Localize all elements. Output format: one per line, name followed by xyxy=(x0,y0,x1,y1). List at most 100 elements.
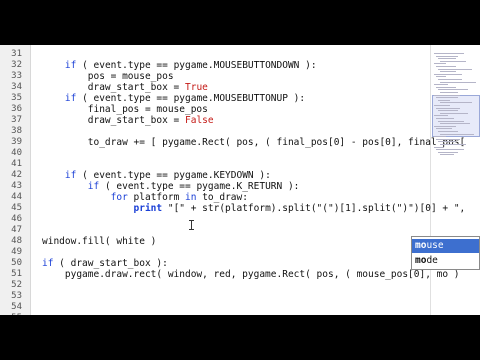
minimap-line xyxy=(434,136,446,138)
code-line[interactable]: 33 pos = mouse_pos xyxy=(0,71,430,82)
minimap-line xyxy=(438,120,464,122)
code-text[interactable]: draw_start_box = False xyxy=(42,115,214,126)
code-line[interactable]: 45 print "[" + str(platform).split("(")[… xyxy=(0,203,465,214)
line-number: 47 xyxy=(11,225,22,235)
line-number: 32 xyxy=(11,60,22,70)
code-line[interactable]: 44 for platform in to_draw: xyxy=(0,192,430,203)
code-line[interactable]: 52 xyxy=(0,280,430,291)
line-number: 31 xyxy=(11,49,22,59)
code-line[interactable]: 53 xyxy=(0,291,430,302)
code-line[interactable]: 37 draw_start_box = False xyxy=(0,115,430,126)
minimap-line xyxy=(440,133,474,135)
minimap-line xyxy=(440,123,470,125)
minimap-line xyxy=(436,97,458,99)
code-line[interactable]: 50 if ( draw_start_box ): xyxy=(0,258,430,269)
code-line[interactable]: 40 xyxy=(0,148,430,159)
autocomplete-popup[interactable]: mouse mode xyxy=(411,236,480,270)
minimap-line xyxy=(438,79,462,80)
code-line[interactable]: 46 xyxy=(0,214,430,225)
autocomplete-match: mo xyxy=(415,255,427,266)
minimap-line xyxy=(436,107,460,109)
minimap-line xyxy=(440,112,468,114)
minimap-line xyxy=(440,71,456,73)
code-line[interactable]: 48 window.fill( white ) xyxy=(0,236,430,247)
code-text[interactable]: if ( draw_start_box ): xyxy=(42,258,168,269)
minimap-line xyxy=(436,55,458,57)
minimap-line xyxy=(438,141,456,143)
code-line[interactable]: 31 xyxy=(0,49,430,60)
autocomplete-rest: de xyxy=(426,255,438,266)
code-line[interactable]: 36 final_pos = mouse_pos xyxy=(0,104,430,115)
minimap-line xyxy=(436,66,456,67)
code-line[interactable]: 47 xyxy=(0,225,430,236)
line-number: 50 xyxy=(11,258,22,268)
minimap-line xyxy=(438,89,468,91)
line-number: 53 xyxy=(11,291,22,301)
code-text[interactable]: final_pos = mouse_pos xyxy=(42,104,208,115)
code-line[interactable]: 51 pygame.draw.rect( window, red, pygame… xyxy=(0,269,459,280)
minimap-line xyxy=(434,94,460,96)
autocomplete-rest: use xyxy=(426,240,444,251)
code-line[interactable]: 34 draw_start_box = True xyxy=(0,82,430,93)
line-number: 49 xyxy=(11,247,22,257)
minimap-line xyxy=(440,102,472,104)
code-line[interactable]: 39 to_draw += [ pygame.Rect( pos, ( fina… xyxy=(0,137,465,148)
code-text[interactable]: to_draw += [ pygame.Rect( pos, ( final_p… xyxy=(42,137,466,148)
minimap-line xyxy=(434,84,448,86)
line-number: 42 xyxy=(11,170,22,180)
minimap-line xyxy=(436,149,464,151)
line-number: 33 xyxy=(11,71,22,81)
minimap-line xyxy=(440,154,454,156)
line-number: 38 xyxy=(11,126,22,136)
autocomplete-item[interactable]: mode xyxy=(412,254,479,268)
code-editor[interactable]: 31 32 if ( event.type == pygame.MOUSEBUTT… xyxy=(0,45,480,315)
code-line[interactable]: 38 xyxy=(0,126,430,137)
code-text[interactable]: draw_start_box = True xyxy=(42,82,208,93)
minimap-line xyxy=(436,128,452,130)
code-line[interactable]: 54 xyxy=(0,302,430,313)
code-text[interactable]: window.fill( white ) xyxy=(42,236,156,247)
minimap-line xyxy=(438,110,458,112)
code-line[interactable]: 35 if ( event.type == pygame.MOUSEBUTTON… xyxy=(0,93,430,104)
top-letterbox xyxy=(0,0,480,45)
code-text[interactable]: if ( event.type == pygame.MOUSEBUTTONUP … xyxy=(42,93,305,104)
minimap-line xyxy=(434,125,456,127)
minimap-line xyxy=(436,138,460,140)
code-text[interactable]: print "[" + str(platform).split("(")[1].… xyxy=(42,203,466,214)
minimap-line xyxy=(440,92,458,93)
code-line[interactable]: 42 if ( event.type == pygame.KEYDOWN ): xyxy=(0,170,430,181)
code-text[interactable]: if ( event.type == pygame.KEYDOWN ): xyxy=(42,170,271,181)
minimap-line xyxy=(434,73,462,75)
minimap-line xyxy=(434,63,446,65)
line-number: 34 xyxy=(11,82,22,92)
line-number: 46 xyxy=(11,214,22,224)
minimap-line xyxy=(438,151,458,153)
minimap-line xyxy=(436,86,456,88)
minimap-line xyxy=(434,105,450,106)
line-number: 43 xyxy=(11,181,22,191)
minimap-line xyxy=(438,68,472,70)
line-number: 51 xyxy=(11,269,22,279)
minimap-line xyxy=(434,146,444,148)
line-number: 48 xyxy=(11,236,22,246)
code-line[interactable]: 49 xyxy=(0,247,430,258)
minimap[interactable] xyxy=(432,53,480,163)
code-line[interactable]: 43 if ( event.type == pygame.K_RETURN ): xyxy=(0,181,430,192)
code-line[interactable]: 41 xyxy=(0,159,430,170)
line-number: 35 xyxy=(11,93,22,103)
minimap-line xyxy=(436,118,454,119)
autocomplete-item[interactable]: mouse xyxy=(412,239,479,253)
minimap-line xyxy=(438,99,450,101)
line-number: 36 xyxy=(11,104,22,114)
code-text[interactable]: for platform in to_draw: xyxy=(42,192,248,203)
line-number: 39 xyxy=(11,137,22,147)
autocomplete-match: mo xyxy=(415,240,427,251)
code-line[interactable]: 32 if ( event.type == pygame.MOUSEBUTTON… xyxy=(0,60,430,71)
code-text[interactable]: if ( event.type == pygame.MOUSEBUTTONDOW… xyxy=(42,60,317,71)
code-text[interactable]: pygame.draw.rect( window, red, pygame.Re… xyxy=(42,269,460,280)
code-text[interactable]: pos = mouse_pos xyxy=(42,71,174,82)
bottom-letterbox xyxy=(0,315,480,360)
line-number: 40 xyxy=(11,148,22,158)
code-text[interactable]: if ( event.type == pygame.K_RETURN ): xyxy=(42,181,300,192)
minimap-line xyxy=(434,53,464,54)
